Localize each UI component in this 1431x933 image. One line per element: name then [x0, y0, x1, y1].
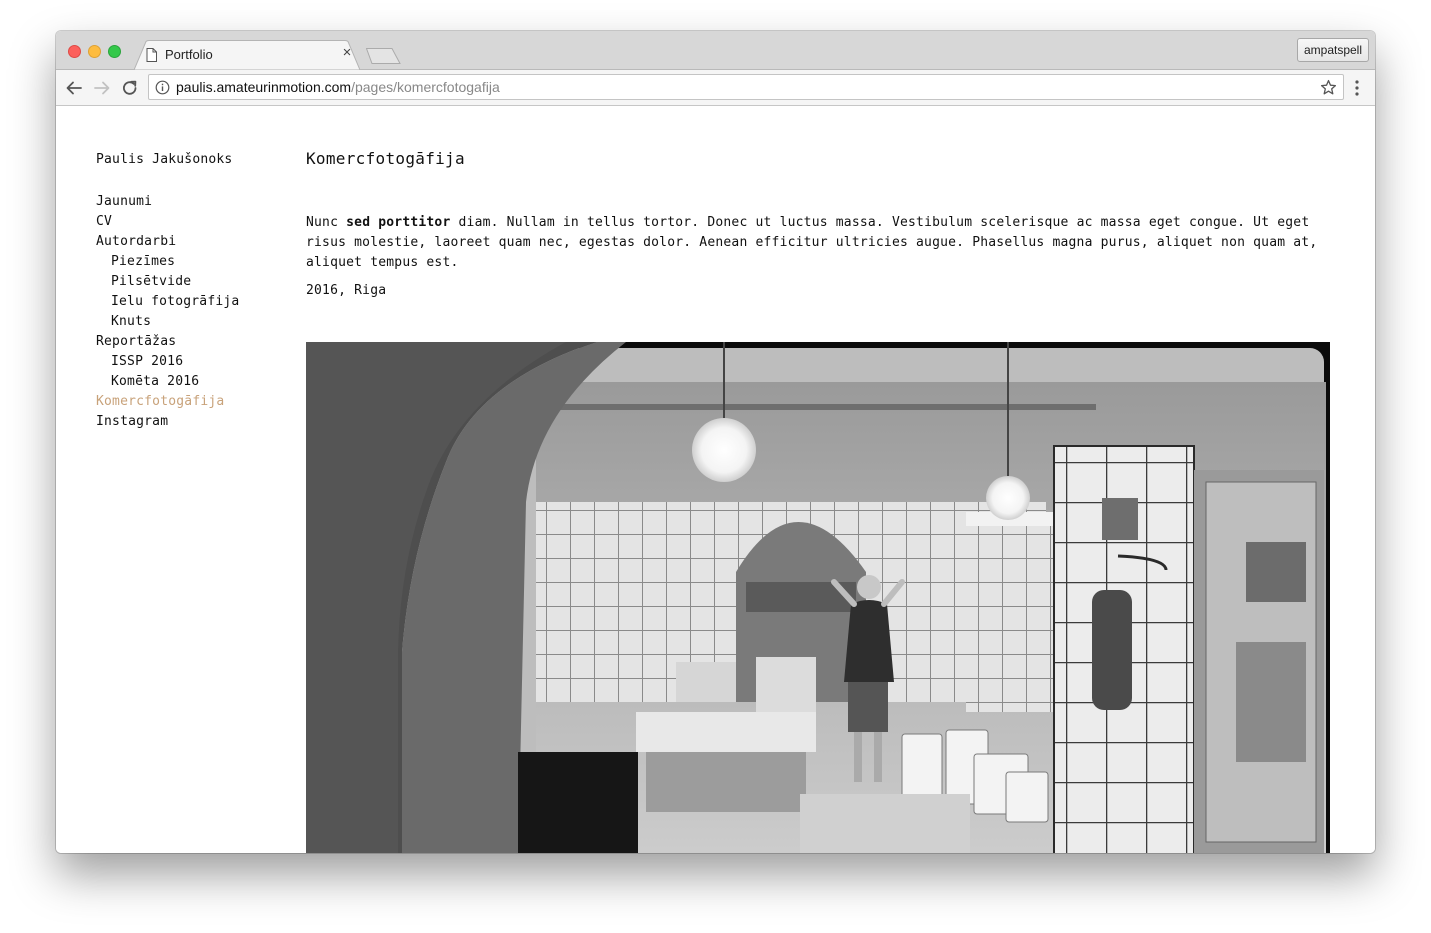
url-host: paulis.amateurinmotion.com — [176, 79, 352, 95]
page-title: Komercfotogāfija — [306, 149, 465, 168]
tab-title: Portfolio — [165, 47, 213, 62]
description-text-rest: diam. Nullam in tellus tortor. Donec ut … — [306, 215, 1318, 270]
sidebar-item[interactable]: Komēta 2016 — [96, 372, 239, 392]
reload-icon[interactable] — [119, 77, 141, 99]
minimize-window-button[interactable] — [88, 45, 101, 58]
description-text-start: Nunc — [306, 215, 347, 230]
sidebar-item[interactable]: Pilsētvide — [96, 272, 239, 292]
site-name[interactable]: Paulis Jakušonoks — [96, 152, 232, 167]
sidebar-item[interactable]: ISSP 2016 — [96, 352, 239, 372]
tab-close-icon[interactable]: × — [340, 45, 354, 60]
sidebar-nav: Jaunumi CV Autordarbi Piezīmes Pilsētvide Iel… — [96, 192, 239, 432]
kebab-menu-icon[interactable] — [1352, 79, 1362, 97]
tab-strip: Portfolio × ampatspell — [56, 31, 1375, 70]
zoom-window-button[interactable] — [108, 45, 121, 58]
sidebar-item[interactable]: Autordarbi — [96, 232, 239, 252]
browser-tab-active[interactable]: Portfolio × — [134, 40, 360, 70]
arrow-left-icon[interactable] — [63, 77, 85, 99]
new-tab-button[interactable] — [365, 48, 402, 64]
address-bar[interactable]: paulis.amateurinmotion.com/pages/komercf… — [148, 74, 1344, 100]
browser-toolbar: paulis.amateurinmotion.com/pages/komercf… — [56, 70, 1375, 106]
profile-button[interactable]: ampatspell — [1296, 38, 1369, 62]
sidebar-item[interactable]: CV — [96, 212, 239, 232]
photo-meta: 2016, Riga — [306, 283, 387, 298]
close-window-button[interactable] — [68, 45, 81, 58]
page-description: Nunc sed porttitor diam. Nullam in tellu… — [306, 213, 1336, 273]
page-content: Paulis Jakušonoks Jaunumi CV Autordarbi Pie… — [56, 106, 1375, 853]
sidebar-item[interactable]: Knuts — [96, 312, 239, 332]
sidebar-item[interactable]: Piezīmes — [96, 252, 239, 272]
browser-window: Portfolio × ampatspell paulis.amateurinm… — [56, 31, 1375, 853]
sidebar-item[interactable]: Jaunumi — [96, 192, 239, 212]
url-path: /pages/komercfotogafija — [351, 79, 500, 95]
sidebar-item[interactable]: Komercfotogāfija — [96, 392, 239, 412]
info-icon[interactable] — [155, 80, 170, 95]
sidebar-item[interactable]: Instagram — [96, 412, 239, 432]
url-text: paulis.amateurinmotion.com/pages/komercf… — [176, 79, 500, 95]
description-bold-text: sed porttitor — [346, 215, 451, 230]
document-icon — [146, 48, 157, 62]
star-icon[interactable] — [1320, 79, 1337, 96]
featured-photo — [306, 342, 1330, 853]
arrow-right-icon[interactable] — [91, 77, 113, 99]
sidebar-item[interactable]: Ielu fotogrāfija — [96, 292, 239, 312]
sidebar-item[interactable]: Reportāžas — [96, 332, 239, 352]
